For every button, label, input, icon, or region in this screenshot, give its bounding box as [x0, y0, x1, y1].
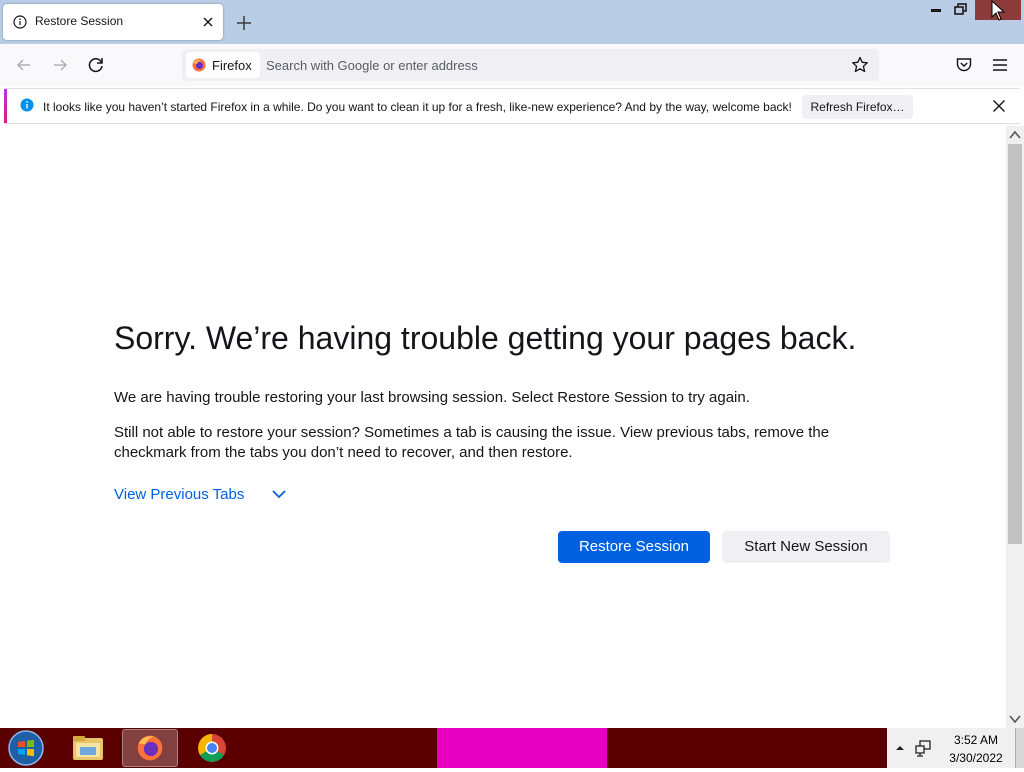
- tab-title: Restore Session: [35, 14, 124, 28]
- back-arrow-icon[interactable]: [12, 53, 36, 77]
- pocket-icon[interactable]: [955, 56, 973, 74]
- page-content: Sorry. We’re having trouble getting your…: [0, 126, 1006, 728]
- clock-time: 3:52 AM: [953, 733, 999, 747]
- scroll-up-arrow-icon[interactable]: [1006, 128, 1024, 142]
- info-icon: [20, 98, 34, 112]
- taskbar-highlight-block: [437, 728, 607, 768]
- notification-bar: It looks like you haven’t started Firefo…: [4, 88, 1020, 124]
- tab-strip: Restore Session: [0, 0, 1024, 44]
- bookmark-star-icon[interactable]: [851, 56, 869, 74]
- folder-icon: [73, 736, 103, 760]
- close-notification-icon[interactable]: [991, 98, 1007, 114]
- scrollbar-thumb[interactable]: [1008, 144, 1022, 544]
- network-icon[interactable]: [914, 739, 932, 757]
- restore-window-icon[interactable]: [950, 0, 972, 20]
- restore-session-button[interactable]: Restore Session: [558, 531, 710, 563]
- tab-restore-session[interactable]: Restore Session: [3, 4, 223, 40]
- scroll-down-arrow-icon[interactable]: [1006, 712, 1024, 726]
- windows-start-icon[interactable]: [4, 729, 48, 767]
- reload-icon[interactable]: [84, 53, 108, 77]
- view-previous-tabs-label: View Previous Tabs: [114, 485, 245, 503]
- taskbar-firefox-button[interactable]: [122, 729, 178, 767]
- vertical-scrollbar[interactable]: [1006, 126, 1024, 728]
- minimize-window-icon[interactable]: [925, 0, 947, 20]
- new-tab-icon[interactable]: [233, 12, 255, 34]
- firefox-logo-icon: [192, 58, 206, 72]
- firefox-logo-icon: [137, 735, 163, 761]
- taskbar: 3:52 AM 3/30/2022: [0, 728, 1024, 768]
- taskbar-explorer-button[interactable]: [60, 729, 116, 767]
- chrome-logo-icon: [198, 734, 226, 762]
- info-icon: [13, 15, 27, 29]
- refresh-firefox-button[interactable]: Refresh Firefox…: [802, 95, 913, 119]
- description-paragraph: We are having trouble restoring your las…: [114, 389, 750, 406]
- notification-accent-stripe: [4, 89, 7, 123]
- page-title: Sorry. We’re having trouble getting your…: [114, 320, 857, 356]
- show-hidden-icons-arrow-icon[interactable]: [894, 742, 906, 754]
- navigation-bar: Firefox: [0, 44, 1024, 86]
- help-paragraph: Still not able to restore your session? …: [114, 424, 830, 461]
- clock-date: 3/30/2022: [949, 751, 1003, 765]
- notification-message: It looks like you haven’t started Firefo…: [43, 100, 792, 114]
- close-tab-icon[interactable]: [201, 15, 215, 29]
- view-previous-tabs-toggle[interactable]: View Previous Tabs: [114, 483, 288, 505]
- taskbar-chrome-button[interactable]: [184, 729, 240, 767]
- identity-chip[interactable]: Firefox: [186, 52, 260, 78]
- show-desktop-button[interactable]: [1015, 728, 1024, 768]
- search-input[interactable]: [266, 54, 826, 76]
- forward-arrow-icon[interactable]: [48, 53, 72, 77]
- taskbar-clock[interactable]: 3:52 AM 3/30/2022: [937, 728, 1015, 768]
- address-bar[interactable]: Firefox: [182, 49, 879, 81]
- start-new-session-button[interactable]: Start New Session: [722, 531, 890, 563]
- hamburger-menu-icon[interactable]: [991, 56, 1009, 74]
- mouse-cursor-icon: [991, 0, 1006, 21]
- chevron-down-icon: [272, 490, 286, 499]
- system-tray: [887, 728, 937, 768]
- identity-label: Firefox: [212, 58, 252, 73]
